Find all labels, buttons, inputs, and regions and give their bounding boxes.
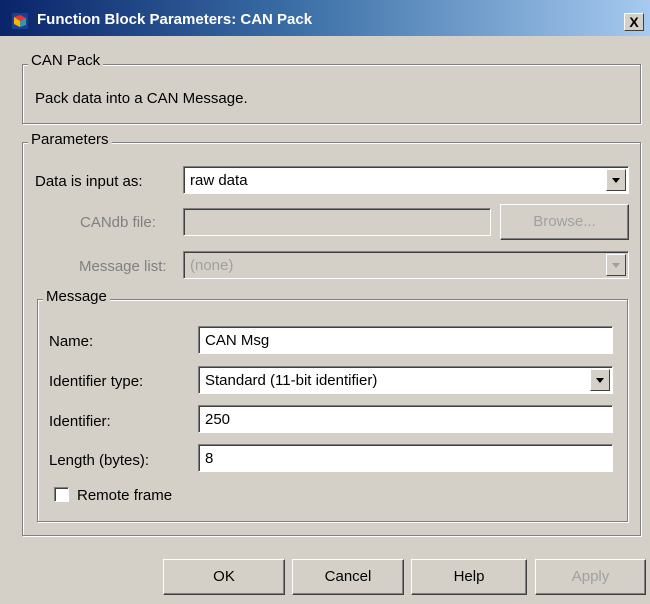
message-list-dropdown[interactable]: (none) xyxy=(183,251,629,279)
identifier-type-value: Standard (11-bit identifier) xyxy=(205,372,378,389)
dialog-window: Function Block Parameters: CAN Pack X CA… xyxy=(0,0,650,604)
close-icon: X xyxy=(629,14,639,30)
title-bar[interactable]: Function Block Parameters: CAN Pack X xyxy=(0,0,650,36)
identifier-type-dropdown[interactable]: Standard (11-bit identifier) xyxy=(198,366,613,394)
data-input-label: Data is input as: xyxy=(35,173,143,190)
window-title: Function Block Parameters: CAN Pack xyxy=(37,11,313,28)
message-list-value: (none) xyxy=(190,257,234,274)
remote-frame-label[interactable]: Remote frame xyxy=(77,487,172,504)
help-button[interactable]: Help xyxy=(411,559,527,595)
length-input[interactable]: 8 xyxy=(198,444,613,472)
name-input[interactable]: CAN Msg xyxy=(198,326,613,354)
browse-button[interactable]: Browse... xyxy=(500,204,629,240)
message-list-label: Message list: xyxy=(79,258,167,275)
length-value: 8 xyxy=(205,450,214,467)
chevron-down-icon[interactable] xyxy=(590,369,610,391)
ok-button[interactable]: OK xyxy=(163,559,285,595)
chevron-down-icon[interactable] xyxy=(606,169,626,191)
identifier-value: 250 xyxy=(205,411,231,428)
identifier-label: Identifier: xyxy=(49,413,111,430)
data-input-dropdown[interactable]: raw data xyxy=(183,166,629,194)
name-label: Name: xyxy=(49,333,94,350)
remote-frame-checkbox[interactable] xyxy=(54,487,69,502)
name-value: CAN Msg xyxy=(205,332,270,349)
close-button[interactable]: X xyxy=(624,13,644,31)
message-legend: Message xyxy=(43,288,110,305)
data-input-value: raw data xyxy=(190,172,248,189)
parameters-legend: Parameters xyxy=(28,131,112,148)
description-legend: CAN Pack xyxy=(28,52,104,69)
apply-button[interactable]: Apply xyxy=(535,559,646,595)
identifier-input[interactable]: 250 xyxy=(198,405,613,433)
chevron-down-icon[interactable] xyxy=(606,254,626,276)
simulink-block-icon xyxy=(12,13,28,29)
candb-file-label: CANdb file: xyxy=(80,214,156,231)
identifier-type-label: Identifier type: xyxy=(49,373,144,390)
length-label: Length (bytes): xyxy=(49,452,150,469)
cancel-button[interactable]: Cancel xyxy=(292,559,404,595)
candb-file-input[interactable] xyxy=(183,208,491,236)
block-description: Pack data into a CAN Message. xyxy=(35,90,248,107)
